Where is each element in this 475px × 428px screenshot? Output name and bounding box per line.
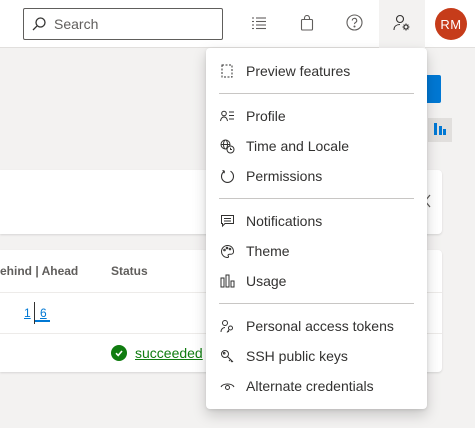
ahead-count-link[interactable]: 6	[40, 306, 47, 320]
key-person-icon	[219, 318, 235, 334]
behind-count-link[interactable]: 1	[24, 306, 31, 320]
help-button[interactable]	[331, 0, 377, 48]
search-icon	[24, 9, 54, 39]
menu-separator	[219, 303, 414, 304]
status-cell: succeeded	[111, 345, 203, 361]
task-list-icon	[251, 15, 267, 34]
menu-label: Notifications	[246, 213, 323, 229]
menu-item-time-and-locale[interactable]: Time and Locale	[206, 131, 427, 161]
menu-separator	[219, 198, 414, 199]
ahead-bar	[35, 320, 50, 322]
ssh-key-icon	[219, 348, 235, 364]
shopping-bag-icon	[299, 14, 315, 34]
menu-label: Preview features	[246, 63, 351, 79]
column-header-status[interactable]: Status	[111, 264, 148, 278]
permissions-icon	[219, 168, 235, 184]
user-settings-menu: Preview features Profile Time and Locale…	[206, 48, 427, 409]
menu-item-profile[interactable]: Profile	[206, 101, 427, 131]
user-settings-button[interactable]	[379, 0, 425, 48]
eye-icon	[219, 378, 235, 394]
menu-separator	[219, 93, 414, 94]
menu-label: Personal access tokens	[246, 318, 394, 334]
menu-label: Profile	[246, 108, 286, 124]
user-settings-icon	[393, 14, 411, 35]
menu-label: Alternate credentials	[246, 378, 374, 394]
menu-item-permissions[interactable]: Permissions	[206, 161, 427, 191]
menu-item-theme[interactable]: Theme	[206, 236, 427, 266]
menu-item-notifications[interactable]: Notifications	[206, 206, 427, 236]
column-header-behind-ahead[interactable]: ehind | Ahead	[0, 264, 78, 278]
search-input[interactable]	[54, 16, 214, 32]
preview-icon	[219, 63, 235, 79]
menu-item-usage[interactable]: Usage	[206, 266, 427, 296]
view-toggle-button[interactable]	[428, 118, 452, 142]
usage-icon	[219, 273, 235, 289]
user-avatar[interactable]: RM	[435, 8, 467, 40]
globe-clock-icon	[219, 138, 235, 154]
menu-item-ssh-public-keys[interactable]: SSH public keys	[206, 341, 427, 371]
notifications-icon	[219, 213, 235, 229]
menu-item-preview-features[interactable]: Preview features	[206, 56, 427, 86]
marketplace-button[interactable]	[284, 0, 330, 48]
menu-label: Theme	[246, 243, 290, 259]
help-icon	[345, 14, 363, 34]
task-list-button[interactable]	[236, 0, 282, 48]
search-box[interactable]	[23, 8, 223, 40]
top-bar: RM	[0, 0, 475, 48]
status-link[interactable]: succeeded	[135, 345, 203, 361]
menu-item-personal-access-tokens[interactable]: Personal access tokens	[206, 311, 427, 341]
menu-item-alternate-credentials[interactable]: Alternate credentials	[206, 371, 427, 401]
success-check-icon	[111, 345, 127, 361]
menu-label: Time and Locale	[246, 138, 349, 154]
menu-label: Permissions	[246, 168, 323, 184]
avatar-initials: RM	[440, 16, 462, 32]
menu-label: SSH public keys	[246, 348, 348, 364]
menu-label: Usage	[246, 273, 287, 289]
palette-icon	[219, 243, 235, 259]
view-toggle-icon	[433, 122, 447, 139]
profile-icon	[219, 108, 235, 124]
